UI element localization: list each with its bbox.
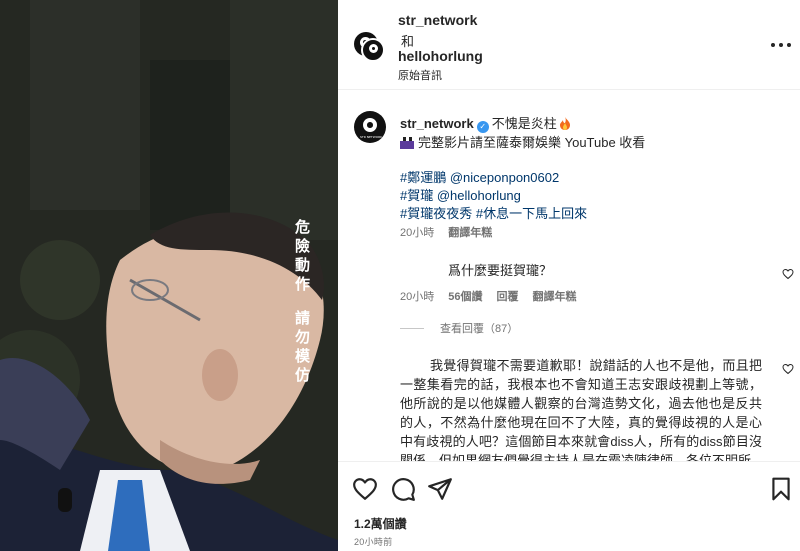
post-side-panel: str_network 和 hellohorlung 原始音訊 STR NETW… [338, 0, 800, 551]
fire-icon [560, 117, 571, 130]
account-name-primary[interactable]: str_network [398, 12, 477, 28]
post-timestamp[interactable]: 20小時前 [354, 535, 393, 548]
caption-headline: 不愧是炎柱 [491, 116, 557, 131]
warning-caption-line-1: 危險動作 [293, 219, 311, 295]
likes-count[interactable]: 1.2萬個讚 [354, 515, 407, 532]
account-name-secondary[interactable]: hellohorlung [398, 48, 483, 64]
clapperboard-icon [400, 137, 414, 149]
comment-text: 爲什麼要挺賀瓏？ [448, 263, 553, 278]
caption-video-text: 完整影片請至薩泰爾娛樂 YouTube 收看 [418, 135, 646, 150]
reply-button[interactable]: 回覆 [497, 291, 519, 303]
translate-button[interactable]: 翻譯年糕 [448, 227, 492, 239]
hashtag-link[interactable]: #賀瓏 [400, 188, 433, 203]
hashtag-link[interactable]: #鄭運鵬 [400, 170, 446, 185]
hashtag-link[interactable]: #休息一下馬上回來 [476, 206, 587, 221]
comment-like-heart-icon[interactable] [782, 363, 794, 375]
comment-likes[interactable]: 56個讚 [448, 291, 482, 303]
audio-label[interactable]: 原始音訊 [398, 67, 442, 83]
caption-time[interactable]: 20小時 [400, 227, 434, 239]
comment-like-heart-icon[interactable] [782, 268, 794, 280]
replies-divider [400, 328, 424, 329]
comment-text: 我覺得賀瓏不需要道歉耶！說錯話的人也不是他，而且把一整集看完的話，我根本也不會知… [400, 358, 762, 461]
hashtag-link[interactable]: #賀瓏夜夜秀 [400, 206, 472, 221]
caption-avatar[interactable]: STR NETWORK [354, 111, 386, 143]
caption-tags-1: #鄭運鵬 @niceponpon0602 [400, 167, 559, 186]
view-replies-label[interactable]: 查看回覆（87） [440, 323, 518, 335]
translate-button[interactable]: 翻譯年糕 [533, 291, 577, 303]
caption-tags-2: #賀瓏 @hellohorlung [400, 185, 521, 204]
caption-username[interactable]: str_network [400, 116, 474, 131]
avatar-brand-text: STR NETWORK [360, 135, 383, 139]
warning-caption-line-2: 請勿模仿 [293, 310, 311, 386]
post-video[interactable]: 危險動作 請勿模仿 [0, 0, 338, 551]
view-replies-button[interactable]: 查看回覆（87） [400, 320, 518, 336]
collab-avatar-secondary[interactable] [361, 38, 385, 62]
more-horizontal-icon[interactable] [770, 36, 792, 54]
comment-time[interactable]: 20小時 [400, 291, 434, 303]
caption-video-line: 完整影片請至薩泰爾娛樂 YouTube 收看 [400, 132, 645, 151]
post-header: str_network 和 hellohorlung 原始音訊 [338, 0, 800, 90]
post-actions: 1.2萬個讚 20小時前 [338, 461, 800, 551]
caption-tags-3: #賀瓏夜夜秀 #休息一下馬上回來 [400, 203, 587, 222]
bookmark-icon[interactable] [768, 476, 794, 502]
paper-plane-icon[interactable] [427, 476, 453, 502]
comments-area[interactable]: STR NETWORK str_network ✓ 不愧是炎柱 完整影片請至薩泰爾娛… [338, 91, 800, 461]
heart-icon[interactable] [352, 476, 378, 502]
video-frame [0, 0, 338, 551]
caption-header: str_network ✓ 不愧是炎柱 [400, 113, 571, 133]
caption-meta: 20小時 翻譯年糕 [400, 224, 506, 240]
comment-meta: 20小時 56個讚 回覆 翻譯年糕 [400, 288, 591, 304]
mention-link[interactable]: @hellohorlung [437, 188, 521, 203]
mention-link[interactable]: @niceponpon0602 [450, 170, 559, 185]
comment-icon[interactable] [390, 476, 416, 502]
